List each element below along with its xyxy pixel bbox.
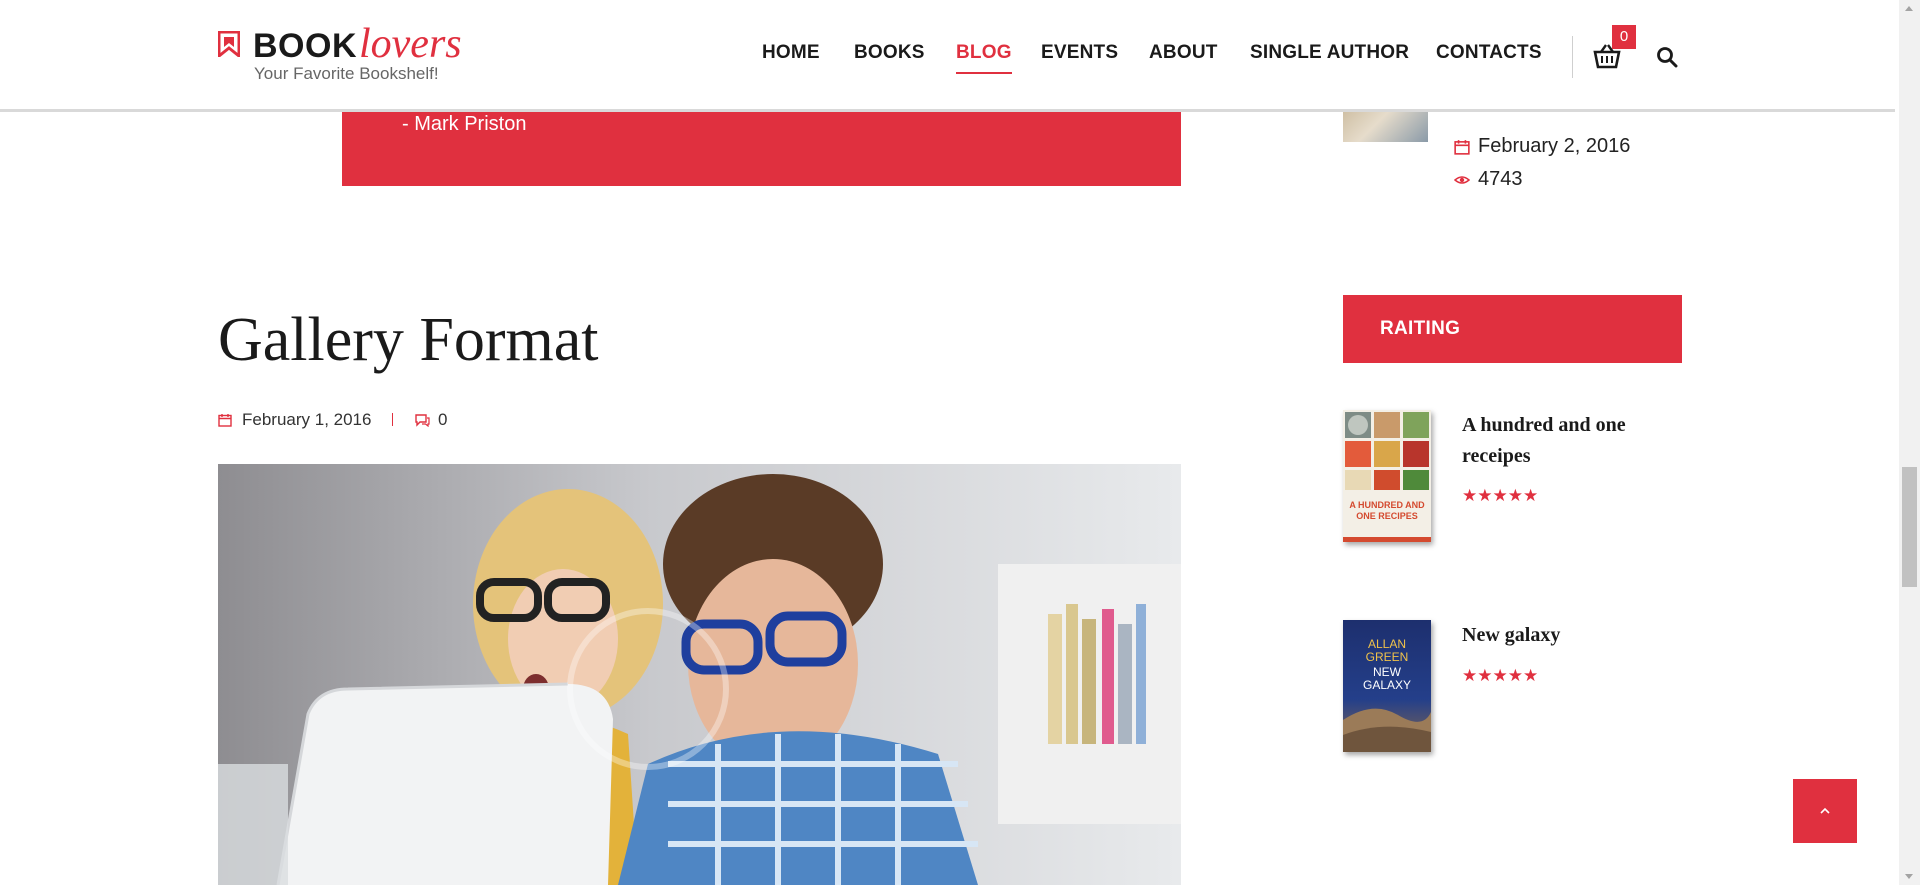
logo-tagline: Your Favorite Bookshelf! xyxy=(254,64,439,83)
post-gallery-image[interactable] xyxy=(218,464,1181,885)
chevron-up-icon xyxy=(1820,807,1830,814)
page-scrollbar[interactable] xyxy=(1899,0,1920,885)
book-cover[interactable]: ALLAN GREEN NEW GALAXY xyxy=(1343,620,1431,752)
recent-post-date-text: February 2, 2016 xyxy=(1478,135,1631,157)
recent-post-views-text: 4743 xyxy=(1478,168,1523,190)
calendar-icon xyxy=(218,414,232,427)
book-cover-art-galaxy: ALLAN GREEN NEW GALAXY xyxy=(1343,620,1431,752)
post-comment-count[interactable]: 0 xyxy=(438,410,447,430)
rating-widget-title-text: RAITING xyxy=(1380,318,1461,339)
nav-item-contacts[interactable]: CONTACTS xyxy=(1436,42,1542,64)
eye-icon xyxy=(1454,176,1470,184)
book-title[interactable]: New galaxy xyxy=(1462,620,1692,651)
book-cover-art-recipes: A HUNDRED AND ONE RECIPES xyxy=(1343,410,1431,542)
book-cover[interactable]: A HUNDRED AND ONE RECIPES xyxy=(1343,410,1431,542)
meta-separator xyxy=(392,413,393,426)
search-icon[interactable] xyxy=(1656,46,1678,68)
svg-text:GREEN: GREEN xyxy=(1366,650,1409,664)
scrollbar-thumb[interactable] xyxy=(1902,467,1917,587)
star-rating: ★★★★★ xyxy=(1462,486,1539,505)
scroll-up-arrow-icon[interactable] xyxy=(1905,6,1913,11)
svg-text:GALAXY: GALAXY xyxy=(1363,678,1411,692)
rating-widget-title: RAITING xyxy=(1343,295,1682,363)
site-header: BOOKlovers Your Favorite Bookshelf! HOME… xyxy=(0,0,1895,112)
nav-item-single-author[interactable]: SINGLE AUTHOR xyxy=(1250,42,1409,64)
bookmark-logo-icon xyxy=(218,31,240,57)
svg-text:A HUNDRED AND: A HUNDRED AND xyxy=(1349,500,1425,510)
svg-text:ALLAN: ALLAN xyxy=(1368,637,1406,651)
book-title[interactable]: A hundred and one receipes xyxy=(1462,410,1692,472)
nav-item-blog[interactable]: BLOG xyxy=(956,42,1012,74)
logo-italic-text: lovers xyxy=(359,21,462,67)
gallery-photo xyxy=(218,464,1181,885)
star-rating: ★★★★★ xyxy=(1462,666,1539,685)
nav-item-events[interactable]: EVENTS xyxy=(1041,42,1118,64)
svg-text:ONE RECIPES: ONE RECIPES xyxy=(1356,511,1418,521)
nav-item-home[interactable]: HOME xyxy=(762,42,820,64)
post-date[interactable]: February 1, 2016 xyxy=(242,410,371,430)
nav-divider xyxy=(1572,36,1573,78)
nav-item-about[interactable]: ABOUT xyxy=(1149,42,1218,64)
cart-count-badge: 0 xyxy=(1612,25,1636,49)
comments-icon xyxy=(415,414,430,427)
nav-item-books[interactable]: BOOKS xyxy=(854,42,925,64)
back-to-top-button[interactable] xyxy=(1793,779,1857,843)
post-title[interactable]: Gallery Format xyxy=(218,305,599,376)
svg-text:NEW: NEW xyxy=(1373,665,1402,679)
quote-block: - Mark Priston xyxy=(342,100,1181,186)
quote-author: - Mark Priston xyxy=(402,113,527,135)
logo-bold-text: BOOK xyxy=(253,27,357,65)
scroll-down-arrow-icon[interactable] xyxy=(1905,874,1913,879)
calendar-icon xyxy=(1454,140,1470,155)
